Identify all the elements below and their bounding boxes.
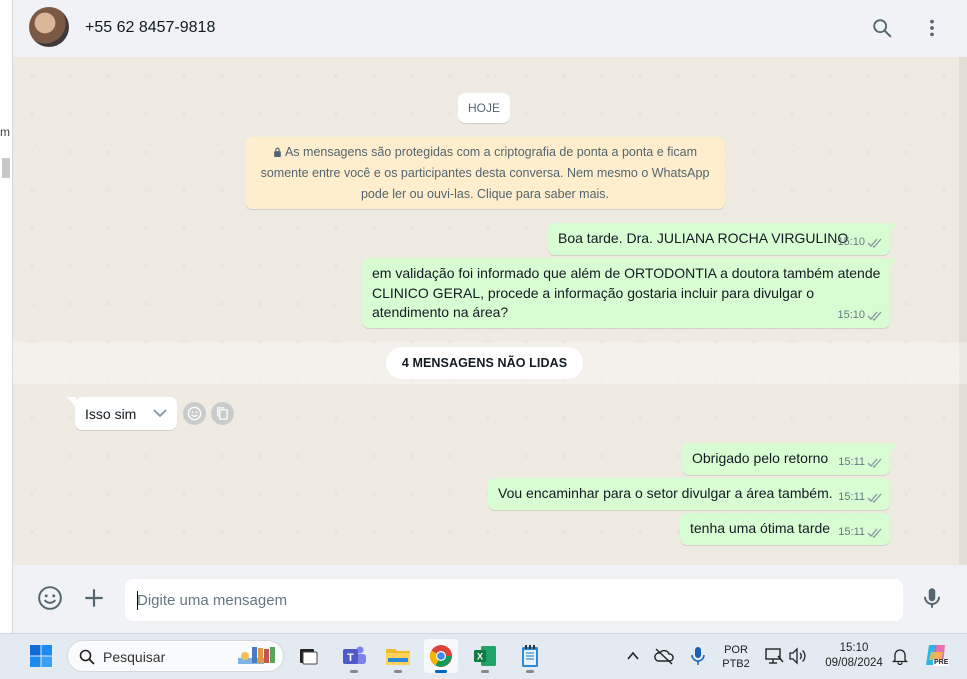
clock[interactable]: 15:10 09/08/2024: [818, 641, 890, 671]
volume-icon[interactable]: [788, 647, 808, 665]
windows-start-icon[interactable]: [24, 639, 58, 673]
chat-header: +55 62 8457-9818: [13, 0, 967, 57]
outgoing-message[interactable]: tenha uma ótima tarde 15:11: [680, 513, 890, 545]
encryption-notice-line: somente entre você e os participantes de…: [260, 166, 710, 180]
outgoing-message[interactable]: Obrigado pelo retorno 15:11: [682, 443, 898, 475]
message-text-line: em validação foi informado que além de O…: [372, 265, 881, 281]
copilot-icon[interactable]: PRE: [923, 642, 951, 670]
message-text: tenha uma ótima tarde: [690, 520, 831, 536]
teams-icon[interactable]: T: [337, 639, 371, 673]
read-ticks-icon: [867, 528, 882, 538]
emoji-reaction-icon[interactable]: [183, 402, 206, 425]
copy-icon[interactable]: [211, 402, 234, 425]
contact-name[interactable]: +55 62 8457-9818: [85, 19, 215, 37]
svg-text:T: T: [347, 652, 354, 664]
input-language-indicator[interactable]: POR PTB2: [718, 643, 754, 671]
message-list[interactable]: HOJE As mensagens são protegidas com a c…: [13, 57, 967, 565]
message-time: 15:11: [838, 523, 883, 543]
onedrive-offline-icon[interactable]: [654, 647, 674, 665]
message-time: 15:10: [837, 233, 883, 253]
outgoing-message[interactable]: em validação foi informado que além de O…: [362, 258, 898, 328]
date-divider: HOJE: [458, 93, 510, 123]
message-time: 15:11: [838, 488, 883, 508]
message-text: Obrigado pelo retorno: [692, 450, 829, 466]
message-time: 15:11: [838, 453, 883, 473]
chat-list-panel-edge: m: [0, 0, 13, 633]
search-highlight-books-icon: [238, 647, 275, 664]
message-text-line: CLINICO GERAL, procede a informação gost…: [372, 284, 814, 301]
chat-list-scrollbar[interactable]: [2, 158, 10, 178]
copilot-badge: PRE: [933, 659, 950, 666]
encryption-notice[interactable]: As mensagens são protegidas com a cripto…: [245, 137, 725, 209]
more-vertical-icon[interactable]: [918, 14, 946, 42]
chevron-down-icon[interactable]: [152, 406, 168, 420]
message-composer: [13, 565, 967, 633]
network-icon[interactable]: [764, 647, 784, 665]
windows-taskbar: Pesquisar T X POR PTB2 15:10 09/08/2024 …: [0, 633, 967, 679]
task-view-icon[interactable]: [291, 639, 325, 673]
message-input[interactable]: [125, 579, 903, 621]
message-text: Boa tarde. Dra. JULIANA ROCHA VIRGULINO: [558, 230, 849, 246]
message-list-scrollbar[interactable]: [959, 57, 967, 565]
incoming-message[interactable]: Isso sim: [67, 397, 177, 430]
svg-text:X: X: [477, 652, 483, 662]
clock-date: 09/08/2024: [825, 657, 883, 669]
chat-list-fragment: m: [0, 125, 10, 139]
unread-count-label: 4 MENSAGENS NÃO LIDAS: [386, 347, 583, 379]
emoji-icon[interactable]: [35, 583, 65, 613]
taskbar-search-label: Pesquisar: [103, 649, 166, 665]
chrome-icon[interactable]: [424, 639, 458, 673]
chevron-up-icon[interactable]: [626, 649, 640, 663]
taskbar-search-box[interactable]: Pesquisar: [67, 640, 284, 672]
notepad-icon[interactable]: [513, 639, 547, 673]
notification-bell-icon[interactable]: [892, 647, 908, 665]
text-caret: [137, 591, 138, 610]
search-icon: [79, 649, 95, 665]
message-text: Vou encaminhar para o setor divulgar a á…: [498, 485, 833, 501]
lock-icon: [274, 147, 281, 157]
search-icon[interactable]: [868, 14, 896, 42]
message-text-line: atendimento na área?: [372, 304, 509, 320]
read-ticks-icon: [867, 238, 882, 248]
message-time: 15:10: [837, 306, 883, 326]
file-explorer-icon[interactable]: [381, 639, 415, 673]
outgoing-message[interactable]: Vou encaminhar para o setor divulgar a á…: [488, 478, 890, 510]
microphone-icon[interactable]: [917, 583, 947, 613]
attach-plus-icon[interactable]: [79, 583, 109, 613]
contact-avatar[interactable]: [29, 7, 69, 47]
microphone-in-use-icon[interactable]: [690, 646, 706, 666]
message-text: Isso sim: [85, 406, 137, 422]
clock-time: 15:10: [839, 642, 869, 654]
excel-icon[interactable]: X: [468, 639, 502, 673]
read-ticks-icon: [867, 458, 882, 468]
read-ticks-icon: [867, 311, 882, 321]
read-ticks-icon: [867, 493, 882, 503]
encryption-notice-line: As mensagens são protegidas com a cripto…: [245, 142, 725, 163]
outgoing-message[interactable]: Boa tarde. Dra. JULIANA ROCHA VIRGULINO …: [548, 223, 898, 255]
encryption-notice-line: pode ler ou ouvi-las. Clique para saber …: [360, 187, 610, 201]
